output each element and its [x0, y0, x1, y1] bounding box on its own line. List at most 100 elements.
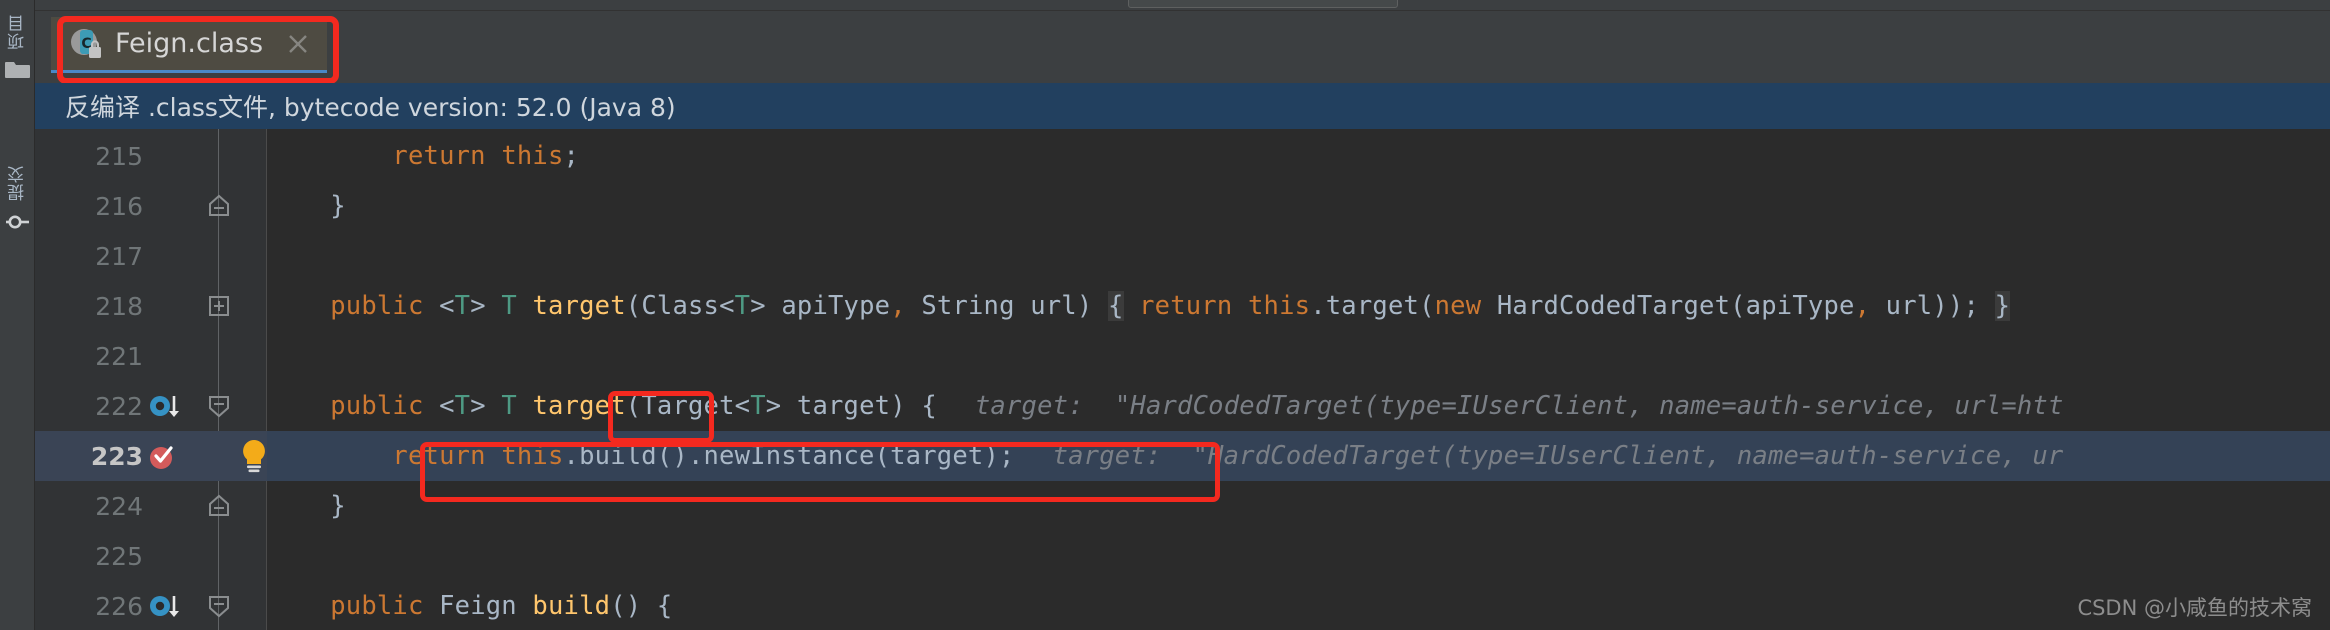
code-line-text[interactable]: return this; [268, 131, 579, 181]
code-token: return [1139, 291, 1233, 321]
code-token: { [1107, 291, 1124, 321]
code-line-text[interactable]: } [268, 481, 346, 531]
breakpoint-verified-icon[interactable] [147, 440, 181, 474]
search-input[interactable] [1128, 0, 1398, 8]
sidebar-item-project-label: 项目 [8, 14, 28, 50]
fold-toggle-icon[interactable] [205, 489, 233, 523]
code-token: T [454, 291, 471, 321]
decompiler-notification-bar: 反编译 .class文件, bytecode version: 52.0 (Ja… [35, 83, 2330, 129]
code-token: this [501, 141, 564, 171]
code-line-row[interactable]: 224 } [35, 481, 2330, 531]
code-token: this [1247, 291, 1311, 321]
code-line-row[interactable]: 225 [35, 531, 2330, 581]
commit-icon [5, 211, 30, 238]
editor-tab-bar: C Feign.class [35, 11, 2330, 84]
gutter-cell[interactable]: 221 [35, 331, 267, 381]
implemented-method-icon[interactable] [147, 390, 181, 424]
code-token: T [454, 391, 471, 421]
code-token: } [330, 191, 346, 221]
implemented-method-icon[interactable] [147, 590, 181, 624]
gutter-cell[interactable]: 223 [35, 431, 267, 481]
gutter-cell[interactable]: 218 [35, 281, 267, 331]
code-line-row[interactable]: 217 [35, 231, 2330, 281]
code-token: > apiType [750, 291, 891, 321]
gutter-cell[interactable]: 225 [35, 531, 267, 581]
line-number: 224 [95, 491, 143, 521]
line-number: 223 [90, 441, 143, 471]
code-token: .build().newInstance(target) [563, 441, 999, 471]
code-token: HardCodedTarget(apiType [1481, 291, 1855, 321]
code-token: (Target< [625, 391, 751, 421]
code-line-text[interactable]: public < T > T target (Class< T > apiType, St… [268, 281, 2011, 331]
inline-debugger-hint[interactable]: target: "HardCodedTarget(type=IUserClien… [1053, 441, 2064, 471]
editor-tab-feign-class[interactable]: C Feign.class [51, 17, 328, 73]
code-token: url)) [1870, 291, 1964, 321]
code-line-text[interactable]: public < T > T target (Target< T > target) {t… [268, 381, 2064, 431]
code-token: public [330, 591, 424, 621]
code-token: build [532, 591, 611, 621]
line-number: 216 [95, 191, 143, 221]
gutter-cell[interactable]: 216 [35, 181, 267, 231]
watermark: CSDN @小咸鱼的技术窝 [2077, 596, 2312, 620]
code-token: public [330, 291, 424, 321]
gutter-cell[interactable]: 215 [35, 131, 267, 181]
fold-toggle-icon[interactable] [205, 389, 233, 423]
code-line-row[interactable]: 223 return this .build().newInstance(targ… [35, 431, 2330, 481]
gutter-cell[interactable]: 217 [35, 231, 267, 281]
code-editor[interactable]: 215 return this; 216 } 217 218 public < T > T… [35, 129, 2330, 630]
code-token: T [750, 391, 766, 421]
code-line-row[interactable]: 226 public Feign build() { [35, 581, 2330, 630]
gutter-cell[interactable]: 226 [35, 581, 267, 630]
tool-window-strip: 项目 提交 [0, 0, 35, 630]
code-line-row[interactable]: 216 } [35, 181, 2330, 231]
fold-toggle-icon[interactable] [205, 289, 233, 323]
inline-debugger-hint[interactable]: target: "HardCodedTarget(type=IUserClien… [975, 391, 2064, 421]
line-number: 217 [95, 241, 143, 271]
line-number: 221 [95, 341, 143, 371]
code-line-row[interactable]: 218 public < T > T target (Class< T > apiType… [35, 281, 2330, 331]
sidebar-item-commit-label: 提交 [8, 165, 28, 201]
close-icon[interactable] [285, 31, 311, 57]
code-token: < [439, 391, 455, 421]
code-token: public [330, 391, 424, 421]
code-line-row[interactable]: 221 [35, 331, 2330, 381]
fold-toggle-icon[interactable] [205, 189, 233, 223]
gutter-cell[interactable]: 224 [35, 481, 267, 531]
line-number: 215 [95, 141, 143, 171]
code-token: Feign [423, 591, 533, 621]
code-token: .target( [1310, 291, 1435, 321]
code-line-row[interactable]: 215 return this; [35, 131, 2330, 181]
gutter-cell[interactable]: 222 [35, 381, 267, 431]
code-token: , [1854, 291, 1871, 321]
code-line-text[interactable]: return this .build().newInstance(target);… [268, 431, 2063, 481]
code-token: ; [1963, 291, 1980, 321]
code-token: this [501, 441, 564, 471]
idea-editor-window: 项目 提交 C Feign.class 反编译 .class文件, byteco… [0, 0, 2330, 630]
code-token: () { [610, 591, 673, 621]
fold-toggle-icon[interactable] [205, 589, 233, 623]
line-number: 222 [95, 391, 143, 421]
toolbar-strip [0, 0, 2330, 10]
sidebar-item-commit[interactable]: 提交 [0, 165, 35, 238]
code-line-text[interactable]: } [268, 181, 346, 231]
sidebar-item-project[interactable]: 项目 [0, 14, 35, 85]
code-token: target [532, 391, 626, 421]
code-token: , [890, 291, 906, 321]
decompiler-notification-text: 反编译 .class文件, bytecode version: 52.0 (Ja… [65, 93, 676, 122]
code-token: { [921, 391, 937, 421]
code-token: } [1994, 291, 2011, 321]
code-line-row[interactable]: 222 public < T > T target (Target< T > target… [35, 381, 2330, 431]
code-line-text[interactable]: public Feign build() { [268, 581, 672, 630]
